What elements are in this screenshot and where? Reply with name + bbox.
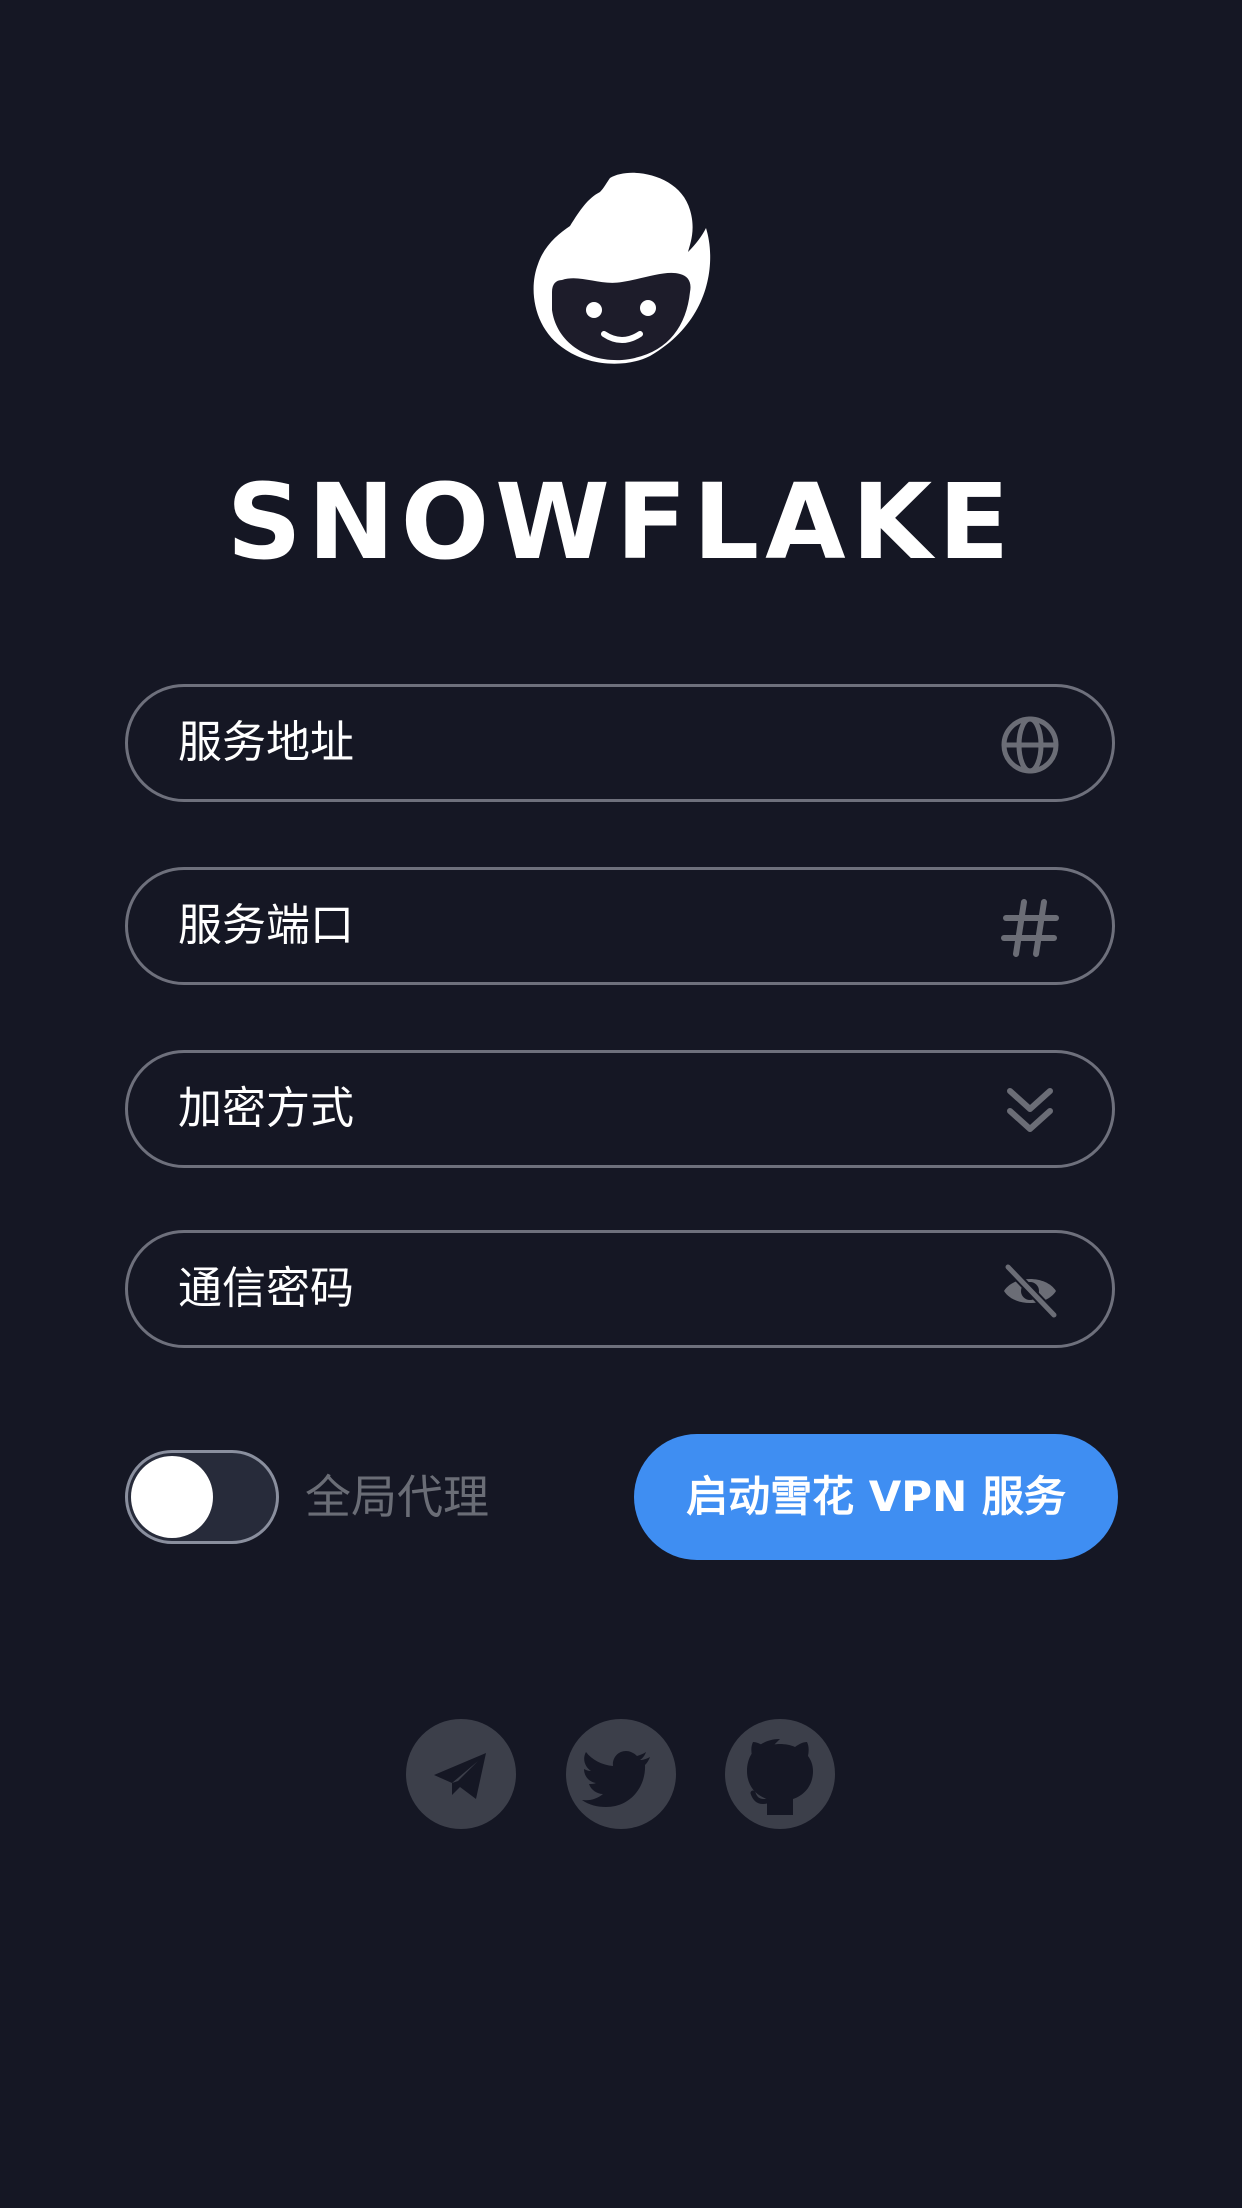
github-glyph	[747, 1739, 813, 1815]
start-vpn-button[interactable]: 启动雪花 VPN 服务	[634, 1434, 1118, 1560]
app-screen: SNOWFLAKE 服务地址 服务端口 加密方式 通信密码 全局代理 启动雪花 …	[0, 0, 1242, 2208]
password-label: 通信密码	[178, 1263, 354, 1314]
server-port-label: 服务端口	[178, 900, 354, 951]
global-proxy-label: 全局代理	[305, 1470, 489, 1524]
encryption-select[interactable]: 加密方式	[125, 1050, 1115, 1168]
global-proxy-toggle[interactable]	[125, 1450, 279, 1544]
github-icon[interactable]	[725, 1719, 835, 1829]
password-field[interactable]: 通信密码	[125, 1230, 1115, 1348]
telegram-icon[interactable]	[406, 1719, 516, 1829]
snowflake-logo-icon	[533, 172, 711, 364]
telegram-glyph	[434, 1753, 486, 1799]
server-address-field[interactable]: 服务地址	[125, 684, 1115, 802]
toggle-knob	[131, 1456, 213, 1538]
encryption-label: 加密方式	[178, 1083, 354, 1134]
app-title: SNOWFLAKE	[226, 461, 1016, 583]
twitter-glyph	[582, 1751, 650, 1807]
hash-icon	[1001, 899, 1059, 957]
globe-icon	[1001, 716, 1059, 774]
server-address-label: 服务地址	[178, 717, 354, 768]
server-port-field[interactable]: 服务端口	[125, 867, 1115, 985]
twitter-icon[interactable]	[566, 1719, 676, 1829]
double-chevron-down-icon	[1007, 1088, 1053, 1132]
eye-off-icon[interactable]	[1000, 1261, 1060, 1321]
